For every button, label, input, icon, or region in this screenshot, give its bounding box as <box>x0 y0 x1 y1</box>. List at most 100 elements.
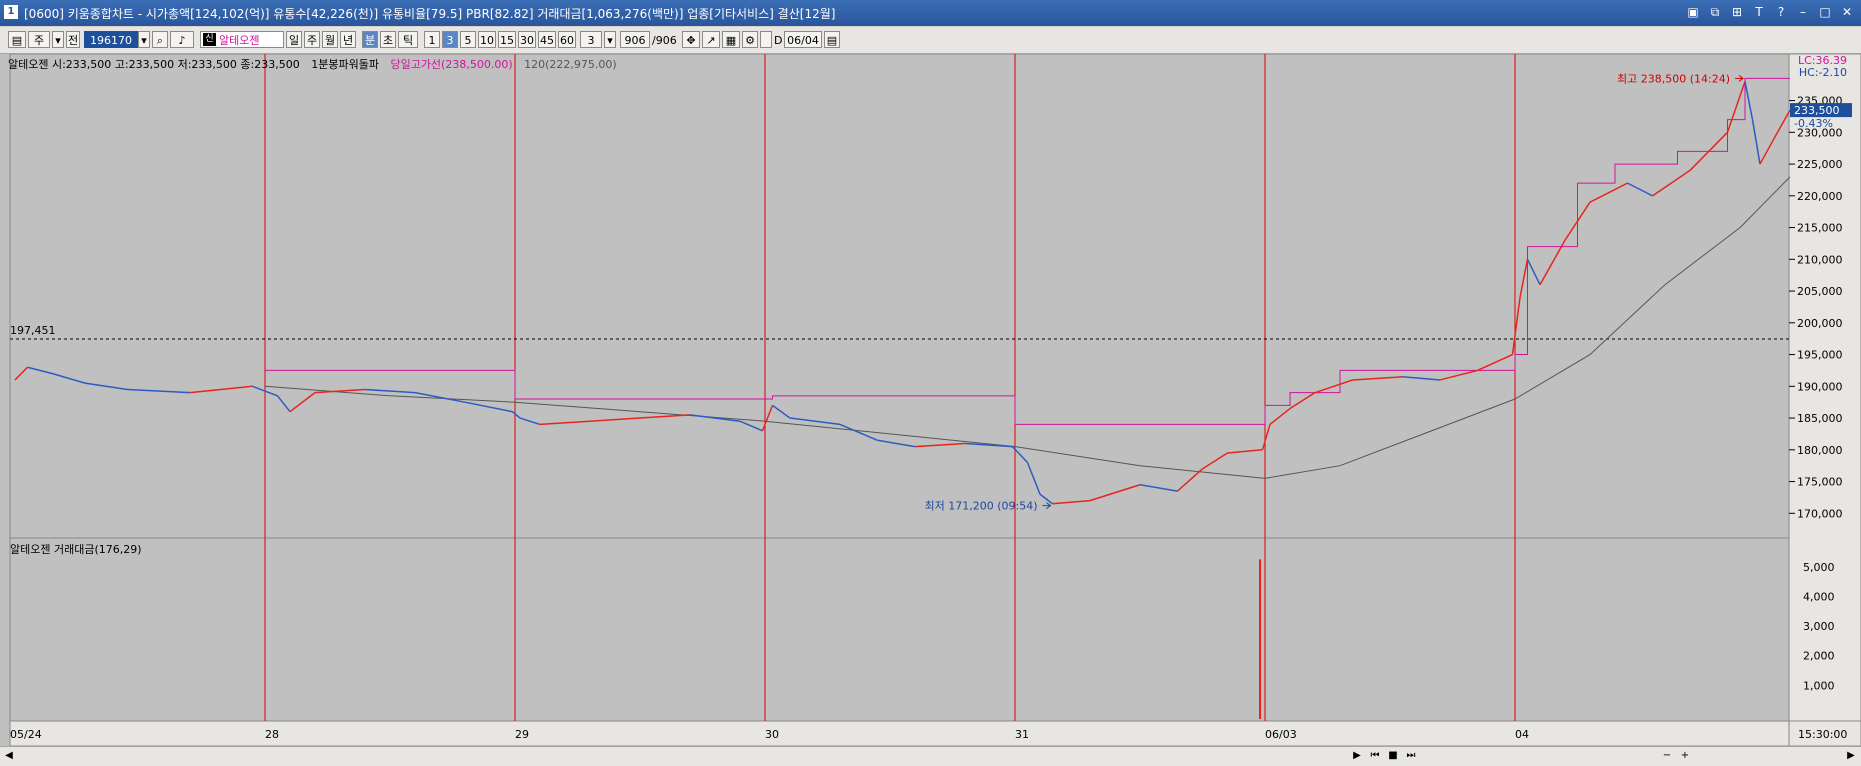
y-tick-label: 205,000 <box>1797 285 1843 298</box>
y-tick-label: 190,000 <box>1797 380 1843 393</box>
count-input[interactable]: 906 <box>620 31 650 48</box>
ma-label: 120(222,975.00) <box>524 58 617 71</box>
maximize-icon[interactable]: □ <box>1817 4 1833 20</box>
chart-area: 197,451 170,000 175,000 180,000 185,000 190,… <box>0 54 1861 746</box>
current-price-label: 233,500 <box>1794 104 1840 117</box>
date-prefix: D <box>774 34 783 47</box>
y-tick-label: 175,000 <box>1797 476 1843 489</box>
stop-icon[interactable]: ■ <box>1386 749 1400 763</box>
draw-icon[interactable]: ↗ <box>702 31 720 48</box>
search-icon[interactable]: ⌕ <box>152 31 168 48</box>
minimize-icon[interactable]: – <box>1795 4 1811 20</box>
volume-pane <box>9 537 1790 722</box>
layout-icon[interactable]: ▣ <box>1685 4 1701 20</box>
x-tick-label: 06/03 <box>1265 728 1297 741</box>
hc-value: HC:-2.10 <box>1798 66 1847 79</box>
y-tick-label: 210,000 <box>1797 253 1843 266</box>
period-day-button[interactable]: 일 <box>286 31 302 48</box>
minute-option-button[interactable]: 1 <box>424 31 440 48</box>
code-dropdown-icon[interactable]: ▾ <box>138 31 150 48</box>
price-info: 알테오젠 시:233,500 고:233,500 저:233,500 종:233… <box>8 58 300 71</box>
zoom-out-icon[interactable]: − <box>1660 749 1674 763</box>
current-change-label: -0.43% <box>1794 117 1833 130</box>
period-second-button[interactable]: 초 <box>380 31 396 48</box>
x-tick-label: 04 <box>1515 728 1529 741</box>
stock-code-input[interactable]: 196170 <box>84 31 138 48</box>
y-tick-label: 220,000 <box>1797 190 1843 203</box>
y-tick-label: 180,000 <box>1797 444 1843 457</box>
close-icon[interactable]: ✕ <box>1839 4 1855 20</box>
chart-settings-icon[interactable]: ▤ <box>8 31 26 48</box>
minute-option-button[interactable]: 45 <box>538 31 556 48</box>
gear-icon[interactable]: ⚙ <box>742 31 758 48</box>
date-checkbox[interactable] <box>760 31 772 48</box>
price-pane <box>9 54 1790 539</box>
type-dropdown-icon[interactable]: ▾ <box>52 31 64 48</box>
minute-option-button[interactable]: 3 <box>442 31 458 48</box>
save-icon[interactable]: ▦ <box>722 31 740 48</box>
period-week-button[interactable]: 주 <box>304 31 320 48</box>
stock-name: 알테오젠 <box>219 34 260 47</box>
minute-dropdown-icon[interactable]: ▾ <box>604 31 616 48</box>
link-icon[interactable]: ⊞ <box>1729 4 1745 20</box>
period-minute-button[interactable]: 분 <box>362 31 378 48</box>
window-title: [0600] 키움종합차트 - 시가총액[124,102(억)] 유통수[42,… <box>24 7 836 21</box>
y-tick-label: 200,000 <box>1797 317 1843 330</box>
title-bar: 1 [0600] 키움종합차트 - 시가총액[124,102(억)] 유통수[4… <box>0 0 1861 26</box>
calendar-icon[interactable]: ▤ <box>824 31 840 48</box>
volume-tick-label: 2,000 <box>1803 650 1835 663</box>
app-icon: 1 <box>4 5 18 19</box>
crosshair-icon[interactable]: ✥ <box>682 31 700 48</box>
low-annotation-label: 최저 171,200 (09:54) <box>925 500 1038 513</box>
count-total: /906 <box>652 34 677 47</box>
stock-badge: 신 <box>203 33 216 46</box>
y-tick-label: 225,000 <box>1797 158 1843 171</box>
minute-custom-input[interactable]: 3 <box>580 31 602 48</box>
sound-icon[interactable]: ♪ <box>170 31 194 48</box>
reference-label: 197,451 <box>10 324 56 337</box>
y-tick-label: 215,000 <box>1797 222 1843 235</box>
period-month-button[interactable]: 월 <box>322 31 338 48</box>
volume-legend: 알테오젠 거래대금(176,29) <box>10 543 142 556</box>
chart-scrollbar[interactable]: ◀ ▶ ⏮ ■ ⏭ − + ▶ <box>0 746 1861 766</box>
x-tick-label: 05/24 <box>10 728 42 741</box>
window-controls: ▣ ⧉ ⊞ T ? – □ ✕ <box>1685 4 1855 20</box>
x-tick-label: 31 <box>1015 728 1029 741</box>
minute-option-button[interactable]: 60 <box>558 31 576 48</box>
x-tick-label: 28 <box>265 728 279 741</box>
forward-icon[interactable]: ⏭ <box>1404 749 1418 763</box>
y-tick-label: 185,000 <box>1797 412 1843 425</box>
indicator-label: 1분봉파워돌파 <box>311 58 379 71</box>
volume-tick-label: 4,000 <box>1803 590 1835 603</box>
toolbar: ▤ 주 ▾ 전 196170 ▾ ⌕ ♪ 신 알테오젠 일 주 월 년 분 초 … <box>0 27 1861 54</box>
range-button[interactable]: 전 <box>66 31 80 48</box>
minute-option-button[interactable]: 10 <box>478 31 496 48</box>
volume-tick-label: 5,000 <box>1803 561 1835 574</box>
minute-option-button[interactable]: 5 <box>460 31 476 48</box>
stock-name-field[interactable]: 신 알테오젠 <box>200 31 284 48</box>
high-annotation-label: 최고 238,500 (14:24) <box>1617 72 1730 85</box>
lc-hc-readout: LC:36.39 HC:-2.10 <box>1798 55 1847 79</box>
play-icon[interactable]: ▶ <box>1350 749 1364 763</box>
minute-option-button[interactable]: 30 <box>518 31 536 48</box>
font-icon[interactable]: T <box>1751 4 1767 20</box>
date-input[interactable]: 06/04 <box>784 31 822 48</box>
scroll-left-icon[interactable]: ◀ <box>2 749 16 763</box>
high-line-label: 당일고가선(238,500.00) <box>390 58 513 71</box>
volume-tick-label: 1,000 <box>1803 679 1835 692</box>
rewind-icon[interactable]: ⏮ <box>1368 749 1382 763</box>
time-label: 15:30:00 <box>1798 728 1847 741</box>
period-year-button[interactable]: 년 <box>340 31 356 48</box>
period-tick-button[interactable]: 틱 <box>398 31 418 48</box>
y-tick-label: 170,000 <box>1797 507 1843 520</box>
zoom-in-icon[interactable]: + <box>1678 749 1692 763</box>
x-tick-label: 30 <box>765 728 779 741</box>
minute-option-button[interactable]: 15 <box>498 31 516 48</box>
tile-icon[interactable]: ⧉ <box>1707 4 1723 20</box>
price-legend: 알테오젠 시:233,500 고:233,500 저:233,500 종:233… <box>8 56 625 72</box>
type-select[interactable]: 주 <box>28 31 50 48</box>
x-tick-label: 29 <box>515 728 529 741</box>
help-icon[interactable]: ? <box>1773 4 1789 20</box>
y-tick-label: 195,000 <box>1797 349 1843 362</box>
scroll-right-icon[interactable]: ▶ <box>1844 749 1858 763</box>
